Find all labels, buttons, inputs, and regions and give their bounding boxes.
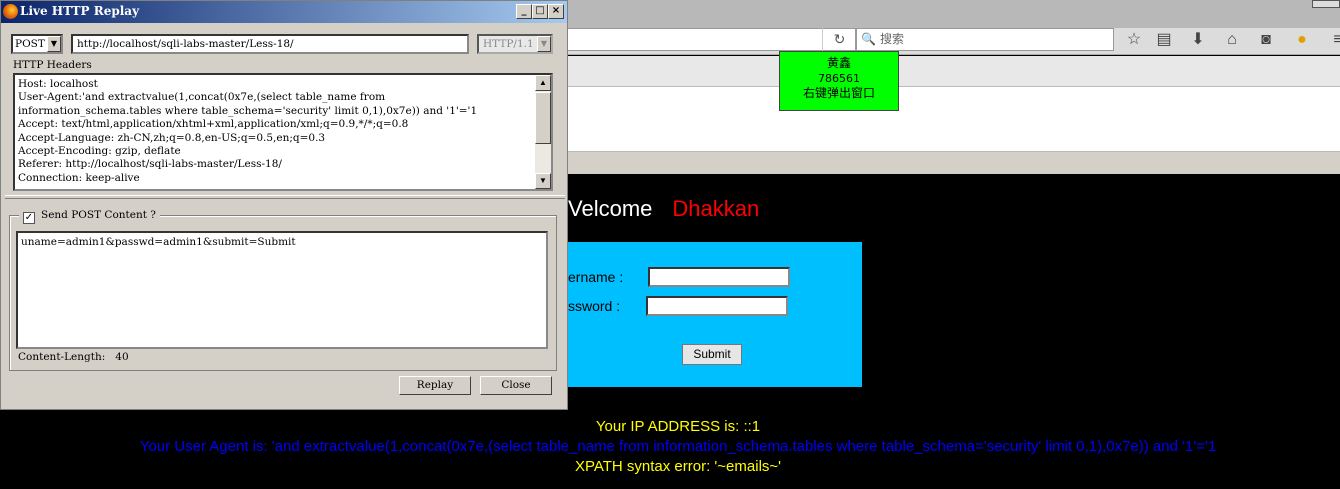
close-window-button[interactable]: × [548,4,564,19]
tab-content-strip [560,56,1340,86]
user-agent-text: Your User Agent is: 'and extractvalue(1,… [139,438,1217,455]
chevron-down-icon[interactable]: ▼ [47,36,61,52]
contact-popup[interactable]: 黄鑫 786561 右键弹出窗口 [779,51,899,111]
content-length: Content-Length: 40 [18,351,129,363]
headers-scrollbar[interactable]: ▲ ▼ [535,75,551,189]
pocket-icon[interactable]: ◙ [1254,29,1278,51]
content-length-value: 40 [115,351,129,363]
replay-button[interactable]: Replay [399,376,471,395]
send-post-label: Send POST Content ? [41,209,156,221]
scroll-thumb[interactable] [535,92,551,144]
ip-address-text: Your IP ADDRESS is: ::1 [595,418,761,435]
method-select[interactable]: POST ▼ [11,34,63,54]
chevron-down-icon: ▼ [537,36,551,52]
minimize-button[interactable]: _ [516,4,532,19]
window-titlebar[interactable]: Live HTTP Replay _ □ × [1,1,567,23]
http-version-value: HTTP/1.1 [483,38,534,50]
xpath-error-text: XPATH syntax error: '~emails~' [574,458,782,475]
popup-name: 黄鑫 [826,56,851,70]
window-title: Live HTTP Replay [20,4,140,18]
close-button[interactable]: Close [480,376,552,395]
firefox-icon [3,4,18,19]
download-icon[interactable]: ⬇ [1186,29,1210,51]
popup-number: 786561 [818,72,860,85]
submit-button[interactable]: Submit [682,344,742,365]
welcome-text: Velcome [568,196,653,221]
browser-window-button[interactable] [1312,0,1340,8]
content-length-label: Content-Length: [18,351,106,363]
search-input[interactable]: 🔍 搜索 [856,28,1114,51]
search-placeholder: 搜索 [879,32,904,46]
page-header-area [560,86,1340,152]
headers-textarea[interactable]: Host: localhost User-Agent:'and extractv… [13,73,553,191]
address-bar[interactable] [560,28,856,51]
login-form: ername : ssword : Submit [568,242,862,387]
home-icon[interactable]: ⌂ [1220,29,1244,51]
live-http-replay-window: Live HTTP Replay _ □ × POST ▼ http://loc… [0,0,568,410]
post-content-textarea[interactable]: uname=admin1&passwd=admin1&submit=Submit [16,231,548,349]
welcome-heading: Velcome Dhakkan [568,196,759,222]
scroll-up-icon[interactable]: ▲ [535,75,551,91]
url-input[interactable]: http://localhost/sqli-labs-master/Less-1… [71,34,469,54]
username-input[interactable] [648,267,790,287]
headers-label: HTTP Headers [13,59,92,71]
http-version-select: HTTP/1.1 ▼ [477,34,553,54]
password-label: ssword : [568,298,621,314]
pane-splitter[interactable] [5,195,565,199]
method-value: POST [15,38,45,50]
extension-icon[interactable]: ● [1290,29,1314,51]
username-label: ername : [568,269,624,285]
bookmark-star-icon[interactable]: ☆ [1122,29,1146,51]
send-post-checkbox[interactable]: ✓ [23,212,35,224]
headers-text: Host: localhost User-Agent:'and extractv… [18,78,478,184]
send-post-toggle[interactable]: ✓ Send POST Content ? [19,207,160,224]
scroll-down-icon[interactable]: ▼ [535,173,551,189]
menu-icon[interactable]: ≡ [1326,29,1340,51]
welcome-name: Dhakkan [672,196,760,221]
reload-icon[interactable]: ↻ [822,28,856,51]
page-divider-area [560,152,1340,174]
bookmarks-list-icon[interactable]: ▤ [1152,29,1176,51]
maximize-button[interactable]: □ [532,4,548,19]
popup-hint: 右键弹出窗口 [802,86,875,100]
search-icon: 🔍 [861,32,876,46]
password-input[interactable] [646,296,788,316]
